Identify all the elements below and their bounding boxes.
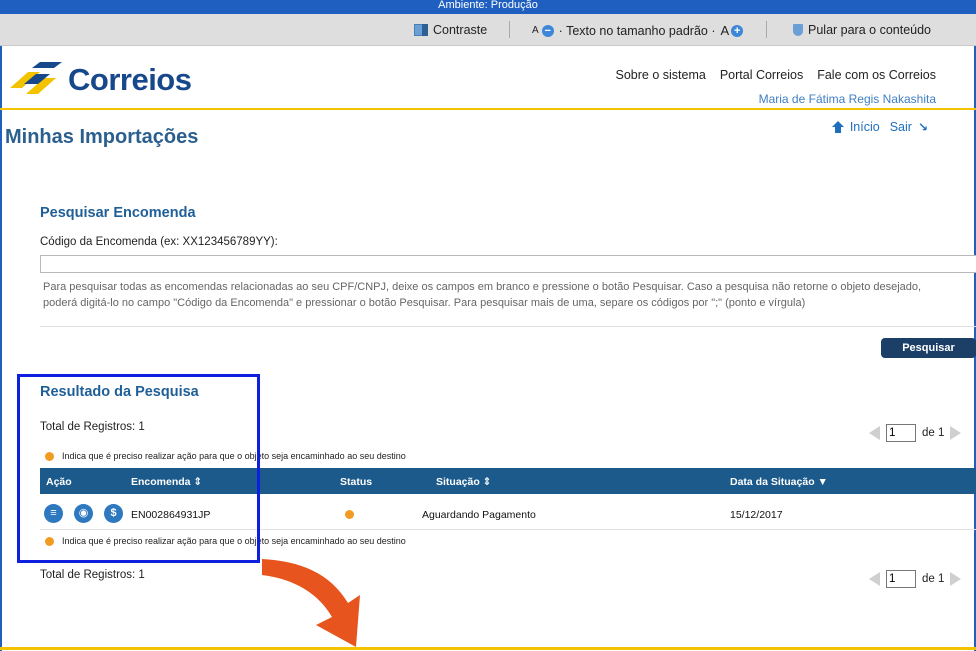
link-contact[interactable]: Fale com os Correios <box>817 68 936 82</box>
correios-logo-icon <box>10 62 62 94</box>
total-records-bottom: Total de Registros: 1 <box>40 569 145 581</box>
plus-icon: + <box>731 24 744 37</box>
link-about-system[interactable]: Sobre o sistema <box>616 68 706 82</box>
page-title: Minhas Importações <box>5 126 199 148</box>
exit-icon[interactable]: ↘ <box>918 120 928 134</box>
home-exit-bar: Início Sair ↘ <box>831 120 928 134</box>
search-button[interactable]: Pesquisar <box>881 338 976 358</box>
top-nav: Sobre o sistema Portal Correios Fale com… <box>616 68 937 82</box>
prev-page-icon[interactable] <box>869 572 880 586</box>
footer-divider <box>0 647 976 650</box>
correios-logo[interactable]: Correios <box>10 62 192 98</box>
col-situation[interactable]: Situação ⇕ <box>436 476 491 488</box>
contrast-label: Contraste <box>433 23 488 37</box>
skip-label: Pular para o conteúdo <box>808 23 932 37</box>
search-help-text: Para pesquisar todas as encomendas relac… <box>43 279 976 311</box>
contrast-toggle[interactable]: Contraste <box>414 23 487 37</box>
font-increase-button[interactable]: A + <box>720 23 744 38</box>
accessibility-bar: Contraste A − · Texto no tamanho padrão … <box>0 14 976 46</box>
col-status: Status <box>340 476 373 488</box>
logo-text: Correios <box>68 62 192 97</box>
search-section-title: Pesquisar Encomenda <box>40 205 196 221</box>
link-portal-correios[interactable]: Portal Correios <box>720 68 803 82</box>
next-page-icon[interactable] <box>950 426 962 440</box>
prev-page-icon[interactable] <box>869 426 880 440</box>
pager-bottom: de 1 <box>869 570 962 588</box>
col-date[interactable]: Data da Situação ▼ <box>730 476 828 488</box>
help-line-2: poderá digitá-lo no campo "Código da Enc… <box>43 297 806 309</box>
home-icon[interactable] <box>831 121 844 133</box>
shield-icon <box>793 24 803 36</box>
tracking-code-input[interactable] <box>40 255 976 273</box>
next-page-icon[interactable] <box>950 572 962 586</box>
arrow-down-icon <box>262 559 360 647</box>
page-number-input[interactable] <box>886 424 916 442</box>
page-of-label: de 1 <box>922 573 945 585</box>
tracking-code-label: Código da Encomenda (ex: XX123456789YY): <box>40 236 278 248</box>
divider <box>509 21 510 38</box>
font-size-label: · Texto no tamanho padrão · <box>558 23 716 38</box>
font-decrease-button[interactable]: A − <box>532 24 554 37</box>
user-name: Maria de Fátima Regis Nakashita <box>758 92 936 106</box>
skip-to-content-link[interactable]: Pular para o conteúdo <box>793 23 931 37</box>
annotation-highlight-box <box>17 374 260 563</box>
help-line-1: Para pesquisar todas as encomendas relac… <box>43 281 922 293</box>
pager-top: de 1 <box>869 424 962 442</box>
font-size-controls: A − · Texto no tamanho padrão · A + <box>532 23 744 38</box>
divider <box>766 21 767 38</box>
divider <box>40 326 976 327</box>
page-number-input[interactable] <box>886 570 916 588</box>
situation-date: 15/12/2017 <box>730 509 783 521</box>
home-link[interactable]: Início <box>850 120 880 134</box>
logout-link[interactable]: Sair <box>890 120 912 134</box>
site-header: Correios Sobre o sistema Portal Correios… <box>0 46 976 110</box>
page-of-label: de 1 <box>922 427 945 439</box>
contrast-icon <box>414 24 428 36</box>
minus-icon: − <box>541 24 554 37</box>
situation-text: Aguardando Pagamento <box>422 509 536 521</box>
environment-banner: Ambiente: Produção <box>0 0 976 14</box>
status-dot-icon <box>345 510 354 519</box>
